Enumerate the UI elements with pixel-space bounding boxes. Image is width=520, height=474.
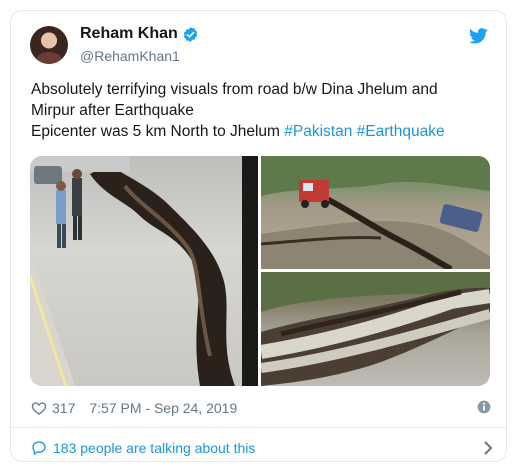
tweet-text: Absolutely terrifying visuals from road …	[31, 79, 501, 142]
like-count[interactable]: 317	[52, 400, 75, 416]
twitter-bird-icon[interactable]	[469, 28, 488, 44]
tweet-text-line-3-body: Epicenter was 5 km North to Jhelum	[31, 123, 285, 140]
hashtag-earthquake[interactable]: #Earthquake	[357, 123, 445, 140]
media-grid	[30, 156, 490, 386]
tweet-meta-row: 317 7:57 PM - Sep 24, 2019	[31, 397, 491, 419]
conversation-link[interactable]: 183 people are talking about this	[31, 437, 493, 459]
divider	[11, 427, 506, 428]
hashtag-pakistan[interactable]: #Pakistan	[284, 123, 352, 140]
author-name-row[interactable]: Reham Khan	[80, 25, 199, 43]
verified-badge-icon	[183, 26, 197, 42]
media-photo-1[interactable]	[30, 156, 258, 386]
avatar[interactable]	[30, 26, 68, 64]
info-icon[interactable]	[477, 400, 491, 414]
tweet-text-line-3: Epicenter was 5 km North to Jhelum #Paki…	[31, 121, 501, 142]
author-handle[interactable]: @RehamKhan1	[80, 48, 180, 64]
heart-icon[interactable]	[31, 400, 47, 416]
tweet-text-line-1: Absolutely terrifying visuals from road …	[31, 81, 438, 98]
conversation-label[interactable]: 183 people are talking about this	[53, 440, 255, 456]
media-photo-3[interactable]	[261, 272, 490, 386]
chevron-right-icon[interactable]	[483, 440, 493, 456]
author-display-name[interactable]: Reham Khan	[80, 25, 178, 43]
tweet-text-line-2: Mirpur after Earthquake	[31, 102, 194, 119]
tweet-card[interactable]: Reham Khan @RehamKhan1 Absolutely terrif…	[10, 10, 507, 462]
speech-bubble-icon	[32, 441, 46, 456]
media-photo-2[interactable]	[261, 156, 490, 269]
tweet-timestamp[interactable]: 7:57 PM - Sep 24, 2019	[89, 400, 237, 416]
